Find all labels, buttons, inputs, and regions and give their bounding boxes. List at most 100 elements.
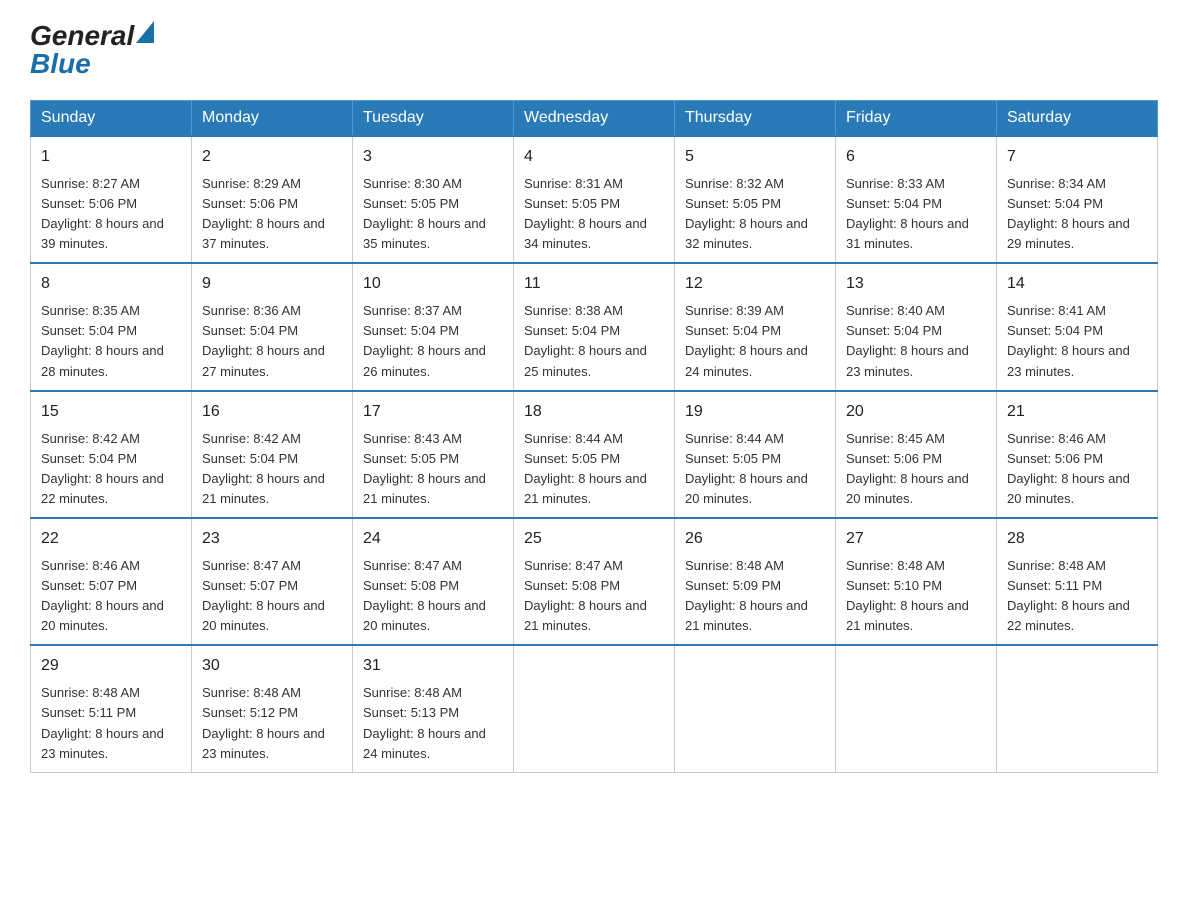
day-number: 4 [524, 145, 664, 170]
logo-triangle-icon [136, 21, 154, 43]
day-number: 3 [363, 145, 503, 170]
day-info: Sunrise: 8:44 AMSunset: 5:05 PMDaylight:… [524, 431, 647, 506]
day-info: Sunrise: 8:48 AMSunset: 5:09 PMDaylight:… [685, 558, 808, 633]
day-number: 19 [685, 400, 825, 425]
calendar-cell: 8 Sunrise: 8:35 AMSunset: 5:04 PMDayligh… [31, 263, 192, 390]
day-info: Sunrise: 8:48 AMSunset: 5:12 PMDaylight:… [202, 685, 325, 760]
day-info: Sunrise: 8:48 AMSunset: 5:10 PMDaylight:… [846, 558, 969, 633]
dow-wednesday: Wednesday [514, 101, 675, 137]
day-number: 7 [1007, 145, 1147, 170]
calendar-cell: 25 Sunrise: 8:47 AMSunset: 5:08 PMDaylig… [514, 518, 675, 645]
day-info: Sunrise: 8:27 AMSunset: 5:06 PMDaylight:… [41, 176, 164, 251]
day-number: 17 [363, 400, 503, 425]
day-info: Sunrise: 8:42 AMSunset: 5:04 PMDaylight:… [202, 431, 325, 506]
calendar-cell: 12 Sunrise: 8:39 AMSunset: 5:04 PMDaylig… [675, 263, 836, 390]
calendar-cell: 29 Sunrise: 8:48 AMSunset: 5:11 PMDaylig… [31, 645, 192, 772]
calendar-table: SundayMondayTuesdayWednesdayThursdayFrid… [30, 100, 1158, 773]
day-number: 23 [202, 527, 342, 552]
day-number: 6 [846, 145, 986, 170]
day-number: 1 [41, 145, 181, 170]
day-info: Sunrise: 8:47 AMSunset: 5:07 PMDaylight:… [202, 558, 325, 633]
day-number: 25 [524, 527, 664, 552]
calendar-cell: 5 Sunrise: 8:32 AMSunset: 5:05 PMDayligh… [675, 136, 836, 263]
day-info: Sunrise: 8:46 AMSunset: 5:06 PMDaylight:… [1007, 431, 1130, 506]
day-info: Sunrise: 8:44 AMSunset: 5:05 PMDaylight:… [685, 431, 808, 506]
day-info: Sunrise: 8:37 AMSunset: 5:04 PMDaylight:… [363, 303, 486, 378]
calendar-cell: 15 Sunrise: 8:42 AMSunset: 5:04 PMDaylig… [31, 391, 192, 518]
day-number: 30 [202, 654, 342, 679]
day-number: 15 [41, 400, 181, 425]
calendar-cell: 13 Sunrise: 8:40 AMSunset: 5:04 PMDaylig… [836, 263, 997, 390]
day-info: Sunrise: 8:45 AMSunset: 5:06 PMDaylight:… [846, 431, 969, 506]
day-number: 21 [1007, 400, 1147, 425]
logo: General Blue [30, 20, 154, 80]
day-number: 27 [846, 527, 986, 552]
day-info: Sunrise: 8:48 AMSunset: 5:13 PMDaylight:… [363, 685, 486, 760]
day-info: Sunrise: 8:33 AMSunset: 5:04 PMDaylight:… [846, 176, 969, 251]
day-number: 8 [41, 272, 181, 297]
day-number: 12 [685, 272, 825, 297]
calendar-cell: 1 Sunrise: 8:27 AMSunset: 5:06 PMDayligh… [31, 136, 192, 263]
calendar-cell: 9 Sunrise: 8:36 AMSunset: 5:04 PMDayligh… [192, 263, 353, 390]
calendar-cell: 26 Sunrise: 8:48 AMSunset: 5:09 PMDaylig… [675, 518, 836, 645]
calendar-cell: 31 Sunrise: 8:48 AMSunset: 5:13 PMDaylig… [353, 645, 514, 772]
day-info: Sunrise: 8:38 AMSunset: 5:04 PMDaylight:… [524, 303, 647, 378]
day-number: 16 [202, 400, 342, 425]
calendar-cell: 17 Sunrise: 8:43 AMSunset: 5:05 PMDaylig… [353, 391, 514, 518]
dow-sunday: Sunday [31, 101, 192, 137]
calendar-cell: 22 Sunrise: 8:46 AMSunset: 5:07 PMDaylig… [31, 518, 192, 645]
calendar-cell: 10 Sunrise: 8:37 AMSunset: 5:04 PMDaylig… [353, 263, 514, 390]
logo-general-text: General [30, 20, 154, 51]
calendar-cell: 3 Sunrise: 8:30 AMSunset: 5:05 PMDayligh… [353, 136, 514, 263]
day-info: Sunrise: 8:34 AMSunset: 5:04 PMDaylight:… [1007, 176, 1130, 251]
day-number: 28 [1007, 527, 1147, 552]
day-number: 24 [363, 527, 503, 552]
day-info: Sunrise: 8:46 AMSunset: 5:07 PMDaylight:… [41, 558, 164, 633]
calendar-cell: 7 Sunrise: 8:34 AMSunset: 5:04 PMDayligh… [997, 136, 1158, 263]
calendar-cell: 23 Sunrise: 8:47 AMSunset: 5:07 PMDaylig… [192, 518, 353, 645]
day-number: 5 [685, 145, 825, 170]
days-of-week-row: SundayMondayTuesdayWednesdayThursdayFrid… [31, 101, 1158, 137]
calendar-cell [675, 645, 836, 772]
day-number: 20 [846, 400, 986, 425]
week-row-5: 29 Sunrise: 8:48 AMSunset: 5:11 PMDaylig… [31, 645, 1158, 772]
calendar-cell: 11 Sunrise: 8:38 AMSunset: 5:04 PMDaylig… [514, 263, 675, 390]
week-row-2: 8 Sunrise: 8:35 AMSunset: 5:04 PMDayligh… [31, 263, 1158, 390]
calendar-cell: 16 Sunrise: 8:42 AMSunset: 5:04 PMDaylig… [192, 391, 353, 518]
day-number: 22 [41, 527, 181, 552]
week-row-1: 1 Sunrise: 8:27 AMSunset: 5:06 PMDayligh… [31, 136, 1158, 263]
calendar-cell [836, 645, 997, 772]
week-row-4: 22 Sunrise: 8:46 AMSunset: 5:07 PMDaylig… [31, 518, 1158, 645]
day-number: 14 [1007, 272, 1147, 297]
calendar-cell: 18 Sunrise: 8:44 AMSunset: 5:05 PMDaylig… [514, 391, 675, 518]
day-info: Sunrise: 8:42 AMSunset: 5:04 PMDaylight:… [41, 431, 164, 506]
calendar-body: 1 Sunrise: 8:27 AMSunset: 5:06 PMDayligh… [31, 136, 1158, 772]
day-info: Sunrise: 8:40 AMSunset: 5:04 PMDaylight:… [846, 303, 969, 378]
day-info: Sunrise: 8:30 AMSunset: 5:05 PMDaylight:… [363, 176, 486, 251]
day-number: 18 [524, 400, 664, 425]
day-info: Sunrise: 8:32 AMSunset: 5:05 PMDaylight:… [685, 176, 808, 251]
day-number: 31 [363, 654, 503, 679]
day-number: 11 [524, 272, 664, 297]
calendar-cell: 6 Sunrise: 8:33 AMSunset: 5:04 PMDayligh… [836, 136, 997, 263]
calendar-cell: 20 Sunrise: 8:45 AMSunset: 5:06 PMDaylig… [836, 391, 997, 518]
day-info: Sunrise: 8:36 AMSunset: 5:04 PMDaylight:… [202, 303, 325, 378]
calendar-cell: 14 Sunrise: 8:41 AMSunset: 5:04 PMDaylig… [997, 263, 1158, 390]
calendar-cell: 4 Sunrise: 8:31 AMSunset: 5:05 PMDayligh… [514, 136, 675, 263]
calendar-cell [997, 645, 1158, 772]
week-row-3: 15 Sunrise: 8:42 AMSunset: 5:04 PMDaylig… [31, 391, 1158, 518]
day-number: 26 [685, 527, 825, 552]
calendar-cell: 30 Sunrise: 8:48 AMSunset: 5:12 PMDaylig… [192, 645, 353, 772]
day-info: Sunrise: 8:43 AMSunset: 5:05 PMDaylight:… [363, 431, 486, 506]
calendar-cell: 21 Sunrise: 8:46 AMSunset: 5:06 PMDaylig… [997, 391, 1158, 518]
day-info: Sunrise: 8:41 AMSunset: 5:04 PMDaylight:… [1007, 303, 1130, 378]
calendar-cell: 28 Sunrise: 8:48 AMSunset: 5:11 PMDaylig… [997, 518, 1158, 645]
dow-thursday: Thursday [675, 101, 836, 137]
calendar-cell: 19 Sunrise: 8:44 AMSunset: 5:05 PMDaylig… [675, 391, 836, 518]
dow-friday: Friday [836, 101, 997, 137]
day-info: Sunrise: 8:31 AMSunset: 5:05 PMDaylight:… [524, 176, 647, 251]
dow-saturday: Saturday [997, 101, 1158, 137]
day-number: 10 [363, 272, 503, 297]
day-info: Sunrise: 8:29 AMSunset: 5:06 PMDaylight:… [202, 176, 325, 251]
dow-tuesday: Tuesday [353, 101, 514, 137]
